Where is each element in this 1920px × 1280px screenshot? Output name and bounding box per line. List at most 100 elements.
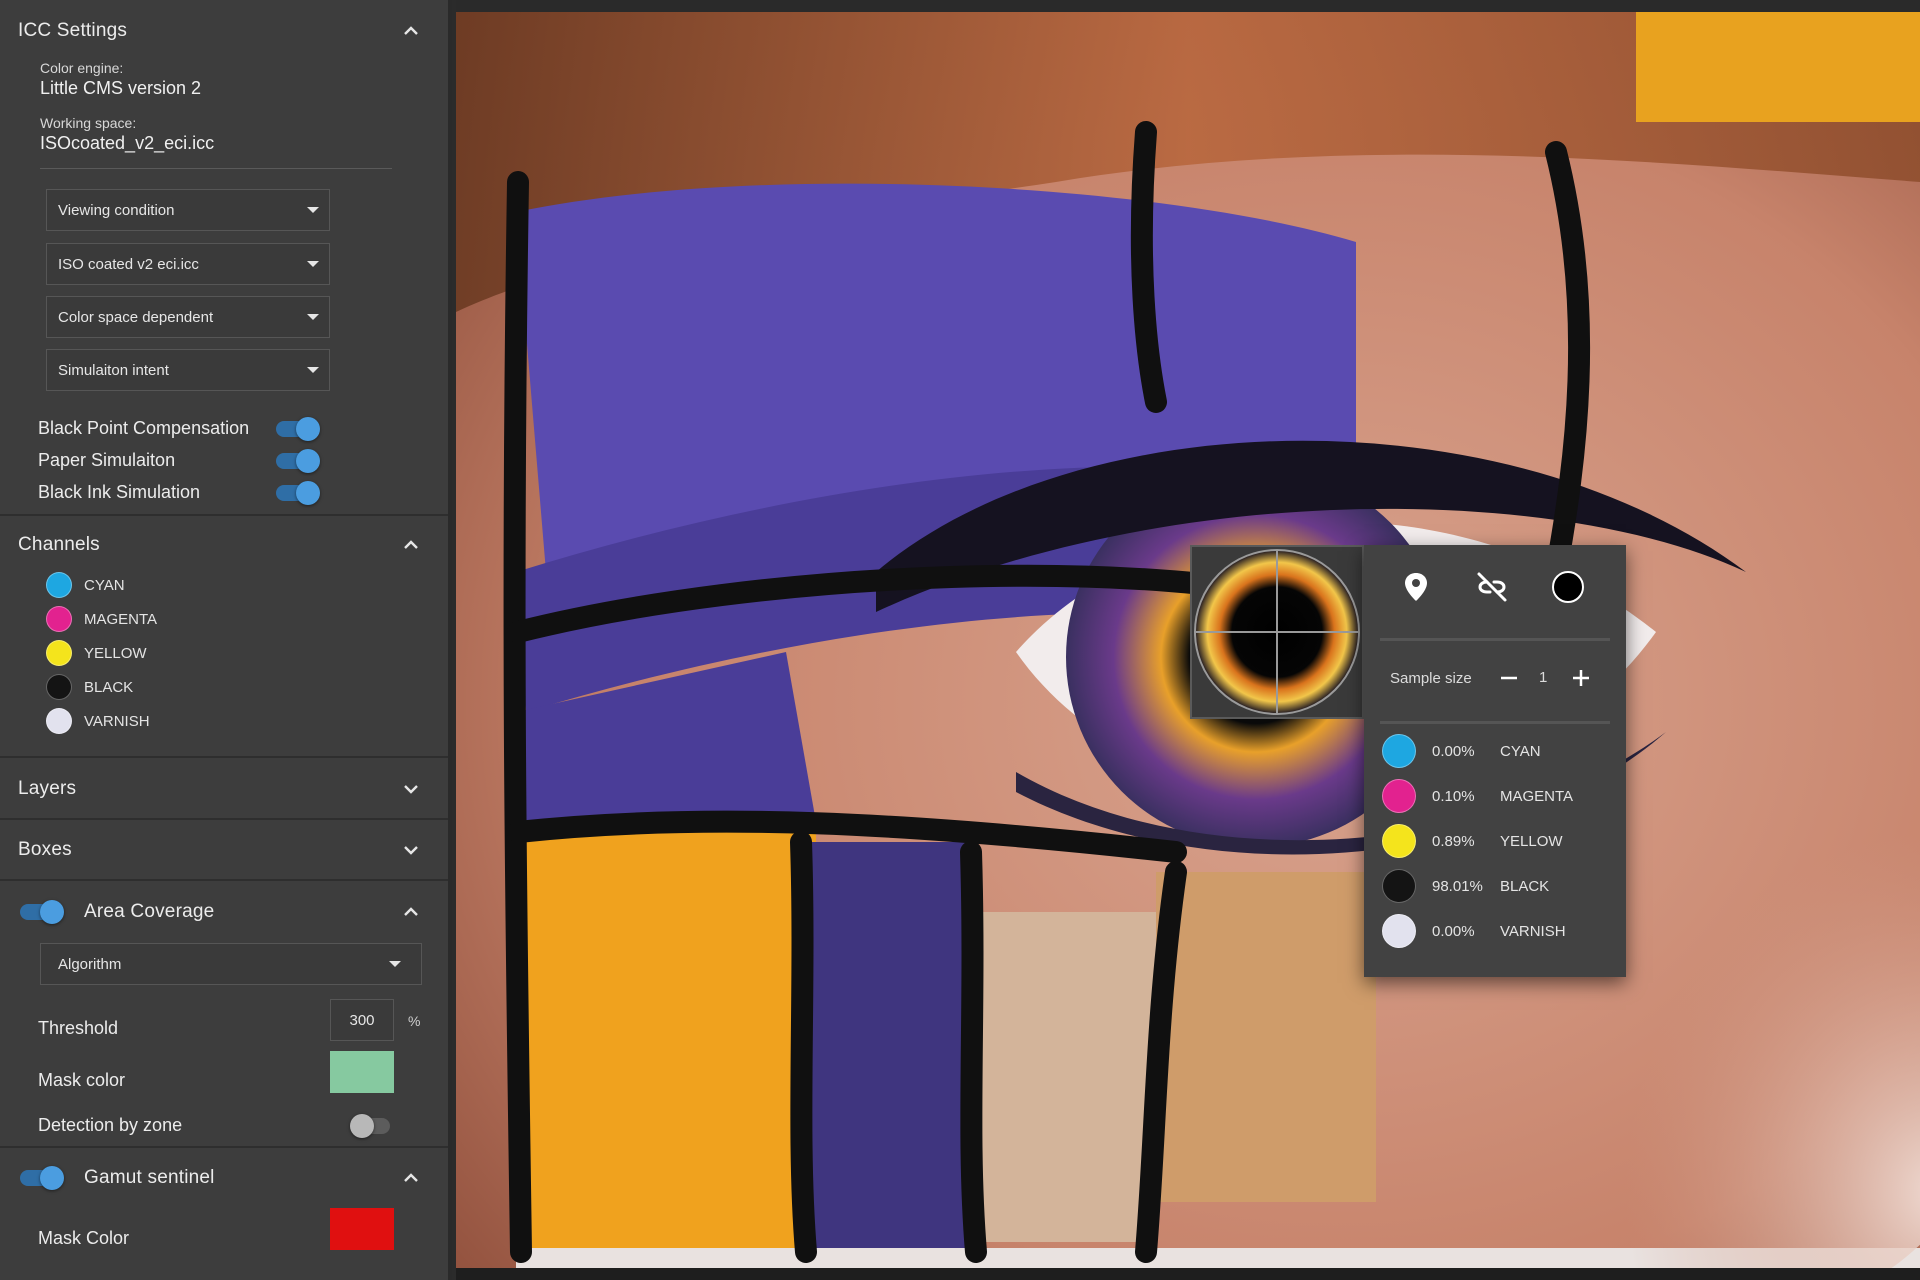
divider: [40, 168, 392, 169]
chevron-up-icon[interactable]: [400, 20, 422, 42]
sampler-toolbar: [1364, 567, 1626, 617]
color-space-dropdown[interactable]: Color space dependent: [46, 296, 330, 338]
working-space-value: ISOcoated_v2_eci.icc: [40, 133, 215, 153]
reading-row-black: 98.01% BLACK: [1382, 868, 1612, 904]
divider: [0, 818, 448, 820]
reading-swatch: [1382, 734, 1416, 768]
threshold-label: Threshold: [38, 1017, 119, 1038]
boxes-header[interactable]: Boxes: [0, 837, 448, 863]
reading-row-cyan: 0.00% CYAN: [1382, 733, 1612, 769]
black-circle-icon[interactable]: [1548, 567, 1588, 607]
threshold-unit: %: [408, 1013, 421, 1029]
black-ink-simulation-label: Black Ink Simulation: [38, 481, 201, 502]
mask-color-label: Mask color: [38, 1069, 126, 1090]
gamut-sentinel-title: Gamut sentinel: [84, 1167, 215, 1188]
layers-title: Layers: [18, 778, 77, 799]
reading-value: 0.00%: [1432, 742, 1475, 760]
channel-item-yellow[interactable]: YELLOW: [46, 640, 147, 666]
reading-value: 0.00%: [1432, 922, 1475, 940]
chevron-down-icon[interactable]: [400, 839, 422, 861]
algorithm-dropdown[interactable]: Algorithm: [40, 943, 422, 985]
mask-color-row: Mask color: [38, 1066, 328, 1094]
divider: [0, 1146, 448, 1148]
chevron-up-icon[interactable]: [400, 534, 422, 556]
gamut-mask-color-row: Mask Color: [38, 1224, 328, 1252]
image-canvas[interactable]: Sample size 1 0.00% CYAN 0.10% MAGENTA 0.89%…: [456, 0, 1920, 1280]
area-coverage-toggle[interactable]: [20, 900, 64, 924]
paper-simulation-row: Paper Simulaiton: [38, 446, 328, 474]
reading-row-varnish: 0.00% VARNISH: [1382, 913, 1612, 949]
profile-dropdown[interactable]: ISO coated v2 eci.icc: [46, 243, 330, 285]
reading-label: VARNISH: [1500, 922, 1566, 940]
icc-settings-header[interactable]: ICC Settings: [0, 18, 448, 44]
channel-swatch: [46, 606, 72, 632]
threshold-input[interactable]: 300: [330, 999, 394, 1041]
simulation-intent-dropdown[interactable]: Simulaiton intent: [46, 349, 330, 391]
magnifier-loupe[interactable]: [1190, 545, 1364, 719]
reading-swatch: [1382, 914, 1416, 948]
reading-value: 0.10%: [1432, 787, 1475, 805]
layers-header[interactable]: Layers: [0, 776, 448, 802]
unlink-icon[interactable]: [1472, 567, 1512, 607]
canvas-top-bar: [456, 0, 1920, 12]
gamut-mask-color-label: Mask Color: [38, 1227, 130, 1248]
sample-size-label: Sample size: [1390, 669, 1472, 687]
caret-down-icon: [307, 261, 319, 267]
reading-label: MAGENTA: [1500, 787, 1574, 805]
icc-settings-title: ICC Settings: [18, 20, 128, 41]
caret-down-icon: [307, 367, 319, 373]
paper-simulation-label: Paper Simulaiton: [38, 449, 176, 470]
reading-label: CYAN: [1500, 742, 1541, 760]
sample-size-row: Sample size 1: [1390, 663, 1610, 693]
chevron-up-icon[interactable]: [400, 901, 422, 923]
sample-size-value: 1: [1539, 669, 1548, 686]
color-engine-value: Little CMS version 2: [40, 78, 202, 98]
black-point-compensation-toggle[interactable]: [276, 417, 320, 441]
detection-by-zone-row: Detection by zone: [38, 1111, 390, 1139]
viewing-condition-dropdown[interactable]: Viewing condition: [46, 189, 330, 231]
channel-item-black[interactable]: BLACK: [46, 674, 133, 700]
reading-label: BLACK: [1500, 877, 1550, 895]
divider: [0, 514, 448, 516]
minus-icon[interactable]: [1496, 665, 1522, 691]
threshold-row: Threshold: [38, 1014, 328, 1042]
channel-label: YELLOW: [84, 644, 147, 662]
reading-row-yellow: 0.89% YELLOW: [1382, 823, 1612, 859]
location-pin-icon[interactable]: [1396, 567, 1436, 607]
channel-swatch: [46, 674, 72, 700]
channel-label: MAGENTA: [84, 610, 158, 628]
detection-by-zone-toggle[interactable]: [350, 1114, 394, 1138]
black-point-compensation-label: Black Point Compensation: [38, 417, 250, 438]
channel-item-varnish[interactable]: VARNISH: [46, 708, 150, 734]
black-point-compensation-row: Black Point Compensation: [38, 414, 328, 442]
reading-value: 98.01%: [1432, 877, 1483, 895]
chevron-down-icon[interactable]: [400, 778, 422, 800]
channel-item-cyan[interactable]: CYAN: [46, 572, 125, 598]
gamut-sentinel-header[interactable]: Gamut sentinel: [0, 1165, 448, 1191]
area-coverage-header[interactable]: Area Coverage: [0, 899, 448, 925]
divider: [0, 756, 448, 758]
photo-image: [456, 12, 1920, 1268]
reading-value: 0.89%: [1432, 832, 1475, 850]
settings-sidebar: ICC Settings Color engine: Little CMS ve…: [0, 0, 452, 1280]
plus-icon[interactable]: [1568, 665, 1594, 691]
divider: [1380, 638, 1610, 641]
channel-label: BLACK: [84, 678, 134, 696]
channel-label: CYAN: [84, 576, 125, 594]
channels-header[interactable]: Channels: [0, 532, 448, 558]
color-engine-label: Color engine:: [40, 60, 124, 76]
reading-swatch: [1382, 779, 1416, 813]
caret-down-icon: [307, 314, 319, 320]
channel-swatch: [46, 708, 72, 734]
channel-item-magenta[interactable]: MAGENTA: [46, 606, 157, 632]
divider: [1380, 721, 1610, 724]
black-ink-simulation-row: Black Ink Simulation: [38, 478, 328, 506]
mask-color-swatch[interactable]: [330, 1051, 394, 1093]
chevron-up-icon[interactable]: [400, 1167, 422, 1189]
gamut-sentinel-toggle[interactable]: [20, 1166, 64, 1190]
gamut-mask-color-swatch[interactable]: [330, 1208, 394, 1250]
paper-simulation-toggle[interactable]: [276, 449, 320, 473]
black-ink-simulation-toggle[interactable]: [276, 481, 320, 505]
channel-label: VARNISH: [84, 712, 150, 730]
reading-label: YELLOW: [1500, 832, 1563, 850]
